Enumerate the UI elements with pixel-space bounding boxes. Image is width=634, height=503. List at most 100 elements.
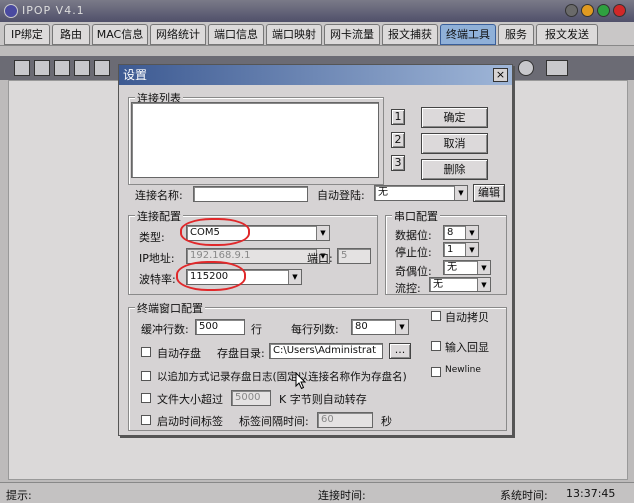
interval-input[interactable]: 60 xyxy=(317,412,373,428)
interval-label: 标签间隔时间: xyxy=(239,415,309,428)
connection-list-group: 连接列表 xyxy=(128,90,384,185)
ip-label: IP地址: xyxy=(139,252,175,265)
timestamp-checkbox[interactable] xyxy=(141,415,151,425)
cancel-button[interactable]: 取消 xyxy=(421,133,488,154)
connection-name-label: 连接名称: xyxy=(135,189,183,202)
save-dir-label: 存盘目录: xyxy=(217,347,265,360)
connection-name-input[interactable] xyxy=(193,186,308,202)
auto-save-checkbox[interactable] xyxy=(141,347,151,357)
columns-label: 每行列数: xyxy=(291,323,339,336)
delete-button[interactable]: 删除 xyxy=(421,159,488,180)
tab-6[interactable]: 网卡流量 xyxy=(324,24,380,45)
slot-1-button[interactable]: 1 xyxy=(391,109,405,125)
maximize-icon[interactable] xyxy=(597,4,610,17)
close-icon[interactable] xyxy=(613,4,626,17)
window-menu-icon[interactable] xyxy=(565,4,578,17)
minimize-icon[interactable] xyxy=(581,4,594,17)
save-icon[interactable] xyxy=(14,60,30,76)
dialog-title: 设置 xyxy=(123,68,148,82)
dialog-close-button[interactable]: × xyxy=(493,68,508,82)
dialog-titlebar: 设置 xyxy=(119,65,512,85)
save-dir-input[interactable]: C:\Users\Administrat xyxy=(269,343,383,359)
connection-config-label: 连接配置 xyxy=(135,208,183,224)
tab-8[interactable]: 终端工具 xyxy=(440,24,496,45)
auto-login-select[interactable]: 无 ▼ xyxy=(374,185,468,201)
stopbits-value: 1 xyxy=(447,244,454,255)
size-limit-suffix: K 字节则自动转存 xyxy=(279,393,367,406)
slot-3-button[interactable]: 3 xyxy=(391,155,405,171)
tab-7[interactable]: 报文捕获 xyxy=(382,24,438,45)
pin-icon[interactable] xyxy=(34,60,50,76)
flow-select[interactable]: 无 ▼ xyxy=(429,277,491,292)
type-label: 类型: xyxy=(139,231,165,244)
help-icon[interactable] xyxy=(518,60,534,76)
connection-list[interactable] xyxy=(131,102,379,178)
newline-checkbox[interactable] xyxy=(431,367,441,377)
parity-label: 奇偶位: xyxy=(395,265,432,278)
tab-bar: IP绑定 路由 MAC信息 网络统计 端口信息 端口映射 网卡流量 报文捕获 终端工具 服务 报文发… xyxy=(0,22,634,46)
app-titlebar: IPOP V4.1 xyxy=(0,0,634,22)
parity-value: 无 xyxy=(447,262,457,273)
databits-select[interactable]: 8 ▼ xyxy=(443,225,479,240)
baud-label: 波特率: xyxy=(139,273,176,286)
echo-label: 输入回显 xyxy=(445,341,489,354)
stopbits-label: 停止位: xyxy=(395,246,432,259)
ok-button[interactable]: 确定 xyxy=(421,107,488,128)
dropdown-arrow-icon[interactable]: ▼ xyxy=(465,243,478,256)
dropdown-arrow-icon[interactable]: ▼ xyxy=(316,226,329,240)
auto-save-label: 自动存盘 xyxy=(157,347,201,360)
auto-copy-checkbox[interactable] xyxy=(431,311,441,321)
status-sys-time: 13:37:45 xyxy=(566,487,616,500)
stopbits-select[interactable]: 1 ▼ xyxy=(443,242,479,257)
flow-label: 流控: xyxy=(395,282,421,295)
tab-1[interactable]: 路由 xyxy=(52,24,90,45)
dropdown-arrow-icon[interactable]: ▼ xyxy=(288,270,301,284)
slot-2-button[interactable]: 2 xyxy=(391,132,405,148)
databits-value: 8 xyxy=(447,227,454,238)
flow-value: 无 xyxy=(433,279,443,290)
databits-label: 数据位: xyxy=(395,229,432,242)
tab-10[interactable]: 报文发送 xyxy=(536,24,598,45)
tab-3[interactable]: 网络统计 xyxy=(150,24,206,45)
buffer-lines-unit: 行 xyxy=(251,323,262,336)
browse-button[interactable]: ... xyxy=(389,343,411,359)
tab-0[interactable]: IP绑定 xyxy=(4,24,50,45)
dropdown-arrow-icon[interactable]: ▼ xyxy=(454,186,467,200)
dropdown-arrow-icon[interactable]: ▼ xyxy=(477,278,490,291)
dropdown-arrow-icon[interactable]: ▼ xyxy=(477,261,490,274)
cut-icon[interactable] xyxy=(54,60,70,76)
buffer-lines-input[interactable]: 500 xyxy=(195,319,245,335)
copy-icon[interactable] xyxy=(74,60,90,76)
auto-login-label: 自动登陆: xyxy=(317,189,365,202)
echo-checkbox[interactable] xyxy=(431,341,441,351)
tab-5[interactable]: 端口映射 xyxy=(266,24,322,45)
columns-select[interactable]: 80 ▼ xyxy=(351,319,409,335)
append-log-checkbox[interactable] xyxy=(141,371,151,381)
edit-button[interactable]: 编辑 xyxy=(473,184,505,202)
tab-4[interactable]: 端口信息 xyxy=(208,24,264,45)
settings-dialog: 设置 × 连接列表 1 2 3 确定 取消 删除 连接名称: 自动登陆: 无 ▼ … xyxy=(118,64,513,436)
terminal-config-label: 终端窗口配置 xyxy=(135,300,205,316)
size-limit-label: 文件大小超过 xyxy=(157,393,223,406)
size-limit-input[interactable]: 5000 xyxy=(231,390,271,406)
toolbar-field[interactable] xyxy=(546,60,568,76)
app-title: IPOP V4.1 xyxy=(22,4,85,17)
tab-9[interactable]: 服务 xyxy=(498,24,534,45)
auto-login-value: 无 xyxy=(378,187,388,198)
dropdown-arrow-icon[interactable]: ▼ xyxy=(395,320,408,334)
interval-unit: 秒 xyxy=(381,415,392,428)
timestamp-label: 启动时间标签 xyxy=(157,415,223,428)
size-limit-checkbox[interactable] xyxy=(141,393,151,403)
port-input[interactable]: 5 xyxy=(337,248,371,264)
ip-value: 192.168.9.1 xyxy=(190,250,251,261)
tab-2[interactable]: MAC信息 xyxy=(92,24,148,45)
dropdown-arrow-icon[interactable]: ▼ xyxy=(465,226,478,239)
app-icon[interactable] xyxy=(4,4,18,18)
append-log-label: 以追加方式记录存盘日志(固定以连接名称作为存盘名) xyxy=(157,371,407,383)
parity-select[interactable]: 无 ▼ xyxy=(443,260,491,275)
red-circle-mark xyxy=(176,261,246,291)
mouse-cursor-icon xyxy=(295,372,307,390)
port-label: 端口: xyxy=(307,252,333,265)
paste-icon[interactable] xyxy=(94,60,110,76)
serial-config-label: 串口配置 xyxy=(392,208,440,224)
